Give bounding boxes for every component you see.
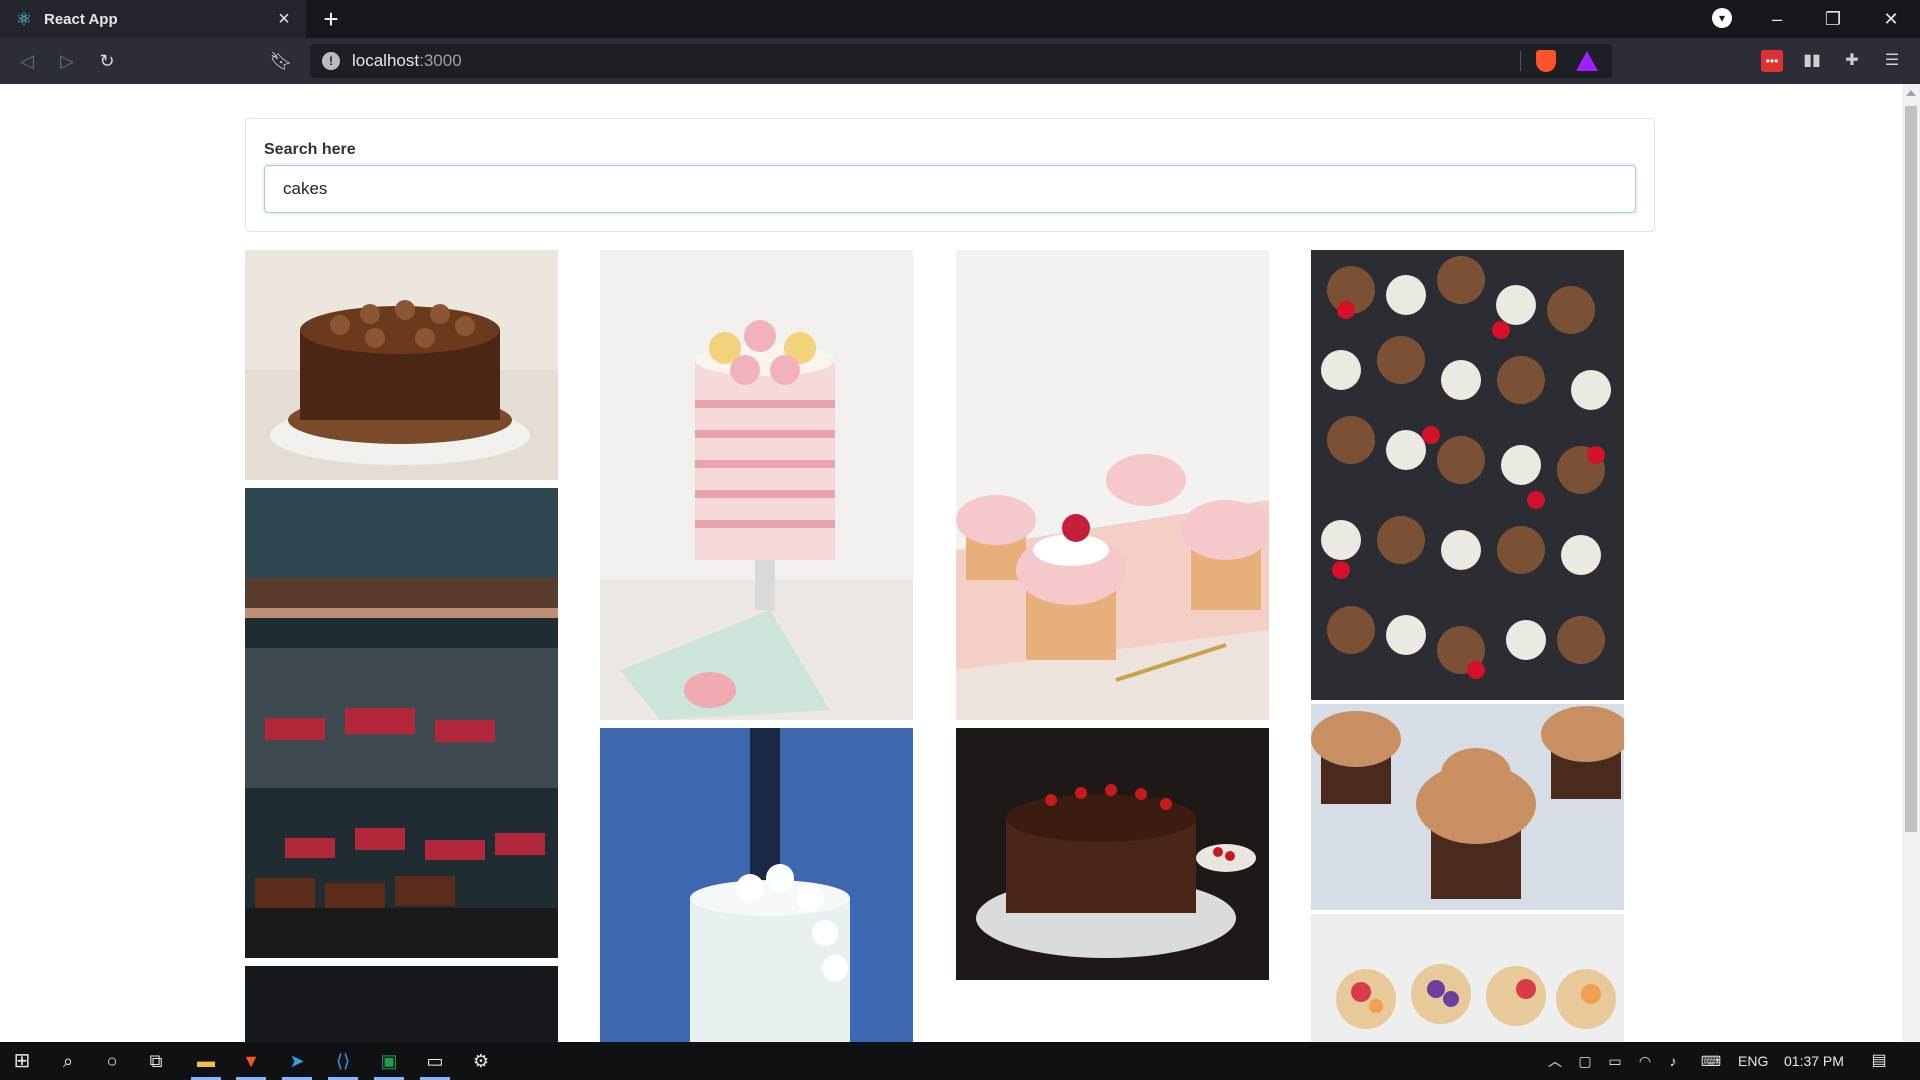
brave-shields-icon[interactable]: [1536, 50, 1556, 72]
image-dark-placeholder-photo[interactable]: [245, 966, 558, 1042]
tab-bar: ⚛ React App × + ▾ – ❐ ✕: [0, 0, 1920, 38]
windows-taskbar: ⊞ ⌕ ○ ⧉ ▬ ▼ ➤ ⟨⟩ ▣ ▭ ⚙ ︿ ▢ ▭ ◠ ♪ ⌨ ENG 0…: [0, 1042, 1920, 1080]
image-bakery-display-case[interactable]: [245, 488, 558, 958]
url-divider: [1520, 51, 1521, 71]
url-text[interactable]: localhost:3000: [352, 51, 462, 71]
brave-browser-icon[interactable]: ▼: [238, 1048, 264, 1074]
new-tab-button[interactable]: +: [318, 6, 344, 32]
keyboard-icon[interactable]: ⌨: [1698, 1048, 1724, 1074]
image-white-rose-wedding-cake[interactable]: [600, 728, 913, 1042]
profile-menu-icon[interactable]: ▾: [1712, 8, 1732, 28]
search-input[interactable]: [264, 165, 1636, 213]
cortana-icon[interactable]: ○: [99, 1048, 125, 1074]
image-chocolate-cherry-cake[interactable]: [956, 728, 1269, 980]
page-viewport: Search here: [0, 84, 1920, 1042]
close-tab-icon[interactable]: ×: [274, 8, 294, 31]
extension-red-icon[interactable]: •••: [1761, 50, 1783, 72]
battery-icon[interactable]: ▭: [1602, 1048, 1628, 1074]
restore-icon[interactable]: ❐: [1808, 0, 1858, 38]
window-close-icon[interactable]: ✕: [1866, 0, 1916, 38]
terminal-icon[interactable]: ▭: [422, 1048, 448, 1074]
chevron-up-icon[interactable]: ︿: [1542, 1048, 1568, 1074]
swirl-cupcakes-photo: [1311, 704, 1624, 910]
browser-window: ⚛ React App × + ▾ – ❐ ✕ ◁ ▷ ↻ 🔖︎ ! local…: [0, 0, 1920, 1080]
search-card: Search here: [245, 118, 1655, 232]
minimize-icon[interactable]: –: [1752, 0, 1802, 38]
image-chocolate-frosted-cake[interactable]: [245, 250, 558, 480]
extensions-puzzle-icon[interactable]: ✚: [1841, 50, 1863, 72]
image-chocolate-swirl-cupcakes[interactable]: [1311, 704, 1624, 910]
volume-icon[interactable]: ♪: [1660, 1048, 1686, 1074]
search-label: Search here: [264, 141, 356, 158]
scroll-thumb[interactable]: [1905, 106, 1917, 832]
macaron-cake-photo: [600, 250, 913, 720]
wedding-cake-photo: [600, 728, 913, 1042]
vscode-icon[interactable]: ⟨⟩: [330, 1048, 356, 1074]
extension-bars-icon[interactable]: ▮▮: [1801, 50, 1823, 72]
menu-icon[interactable]: ☰: [1881, 50, 1903, 72]
brave-rewards-icon[interactable]: [1576, 51, 1598, 71]
site-info-icon[interactable]: !: [322, 52, 340, 70]
search-icon[interactable]: ⌕: [55, 1048, 81, 1074]
react-icon: ⚛: [15, 9, 33, 29]
file-explorer-icon[interactable]: ▬: [193, 1048, 219, 1074]
strawberry-cupcakes-photo: [956, 250, 1269, 720]
notifications-icon[interactable]: ▤: [1866, 1048, 1892, 1074]
fruit-tarts-photo: [1311, 914, 1624, 1042]
forward-icon[interactable]: ▷: [54, 48, 80, 74]
browser-toolbar: ◁ ▷ ↻ 🔖︎ ! localhost:3000 ••• ▮▮ ✚ ☰: [0, 38, 1920, 84]
chocolate-cake-photo: [245, 250, 558, 480]
page-scrollbar[interactable]: [1902, 84, 1920, 1042]
meet-now-icon[interactable]: ▢: [1572, 1048, 1598, 1074]
image-pink-macaron-drip-cake[interactable]: [600, 250, 913, 720]
scroll-up-icon[interactable]: [1906, 90, 1916, 96]
bakery-case-photo: [245, 488, 558, 958]
chocolate-cherry-cake-photo: [956, 728, 1269, 980]
task-view-icon[interactable]: ⧉: [143, 1048, 169, 1074]
reload-icon[interactable]: ↻: [94, 48, 120, 74]
image-strawberry-cupcakes[interactable]: [956, 250, 1269, 720]
clock[interactable]: 01:37 PM: [1784, 1053, 1844, 1069]
windows-start-icon[interactable]: ⊞: [9, 1048, 35, 1074]
address-bar[interactable]: ! localhost:3000: [310, 44, 1612, 78]
wifi-icon[interactable]: ◠: [1632, 1048, 1658, 1074]
tab-react-app[interactable]: ⚛ React App ×: [0, 0, 306, 38]
image-fruit-tarts[interactable]: [1311, 914, 1624, 1042]
excel-icon[interactable]: ▣: [376, 1048, 402, 1074]
telegram-icon[interactable]: ➤: [284, 1048, 310, 1074]
mini-cupcakes-photo: [1311, 250, 1624, 700]
bookmark-icon[interactable]: 🔖︎: [268, 48, 294, 74]
back-icon[interactable]: ◁: [14, 48, 40, 74]
settings-gear-icon[interactable]: ⚙: [468, 1048, 494, 1074]
language-indicator[interactable]: ENG: [1738, 1053, 1768, 1069]
image-assorted-mini-cupcakes[interactable]: [1311, 250, 1624, 700]
tab-title: React App: [44, 10, 118, 28]
